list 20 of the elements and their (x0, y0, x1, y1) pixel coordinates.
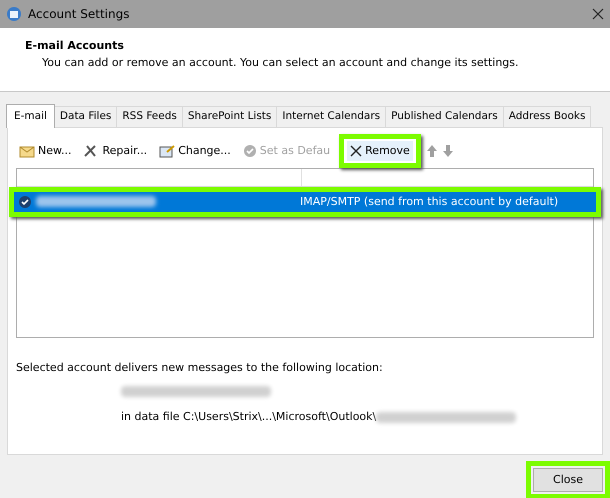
edit-icon (159, 144, 176, 158)
data-file-path: in data file C:\Users\Strix\...\Microsoft\Outlook\ (121, 408, 376, 425)
section-title: E-mail Accounts (25, 38, 125, 54)
toolbar-button[interactable]: Change... (156, 140, 234, 161)
tab[interactable]: E-mail (6, 104, 55, 128)
window-title: Account Settings (28, 6, 130, 23)
check-icon (242, 144, 257, 158)
toolbar-button[interactable]: New... (16, 140, 74, 161)
toolbar-button[interactable]: Repair... (80, 140, 150, 161)
app-icon (6, 6, 22, 22)
section-description: You can add or remove an account. You can select an account and change its settings. (41, 54, 520, 70)
tab[interactable]: Address Books (502, 106, 592, 127)
toolbar-button[interactable]: Remove (347, 140, 413, 161)
close-icon (350, 144, 362, 157)
account-type: IMAP/SMTP (send from this account by default) (300, 194, 558, 210)
new-icon (19, 144, 35, 158)
account-row[interactable]: IMAP/SMTP (send from this account by default) (14, 192, 596, 212)
location-label: Selected account delivers new messages to the following location: (16, 360, 384, 376)
close-button[interactable]: Close (533, 468, 603, 492)
close-icon[interactable] (592, 8, 604, 20)
